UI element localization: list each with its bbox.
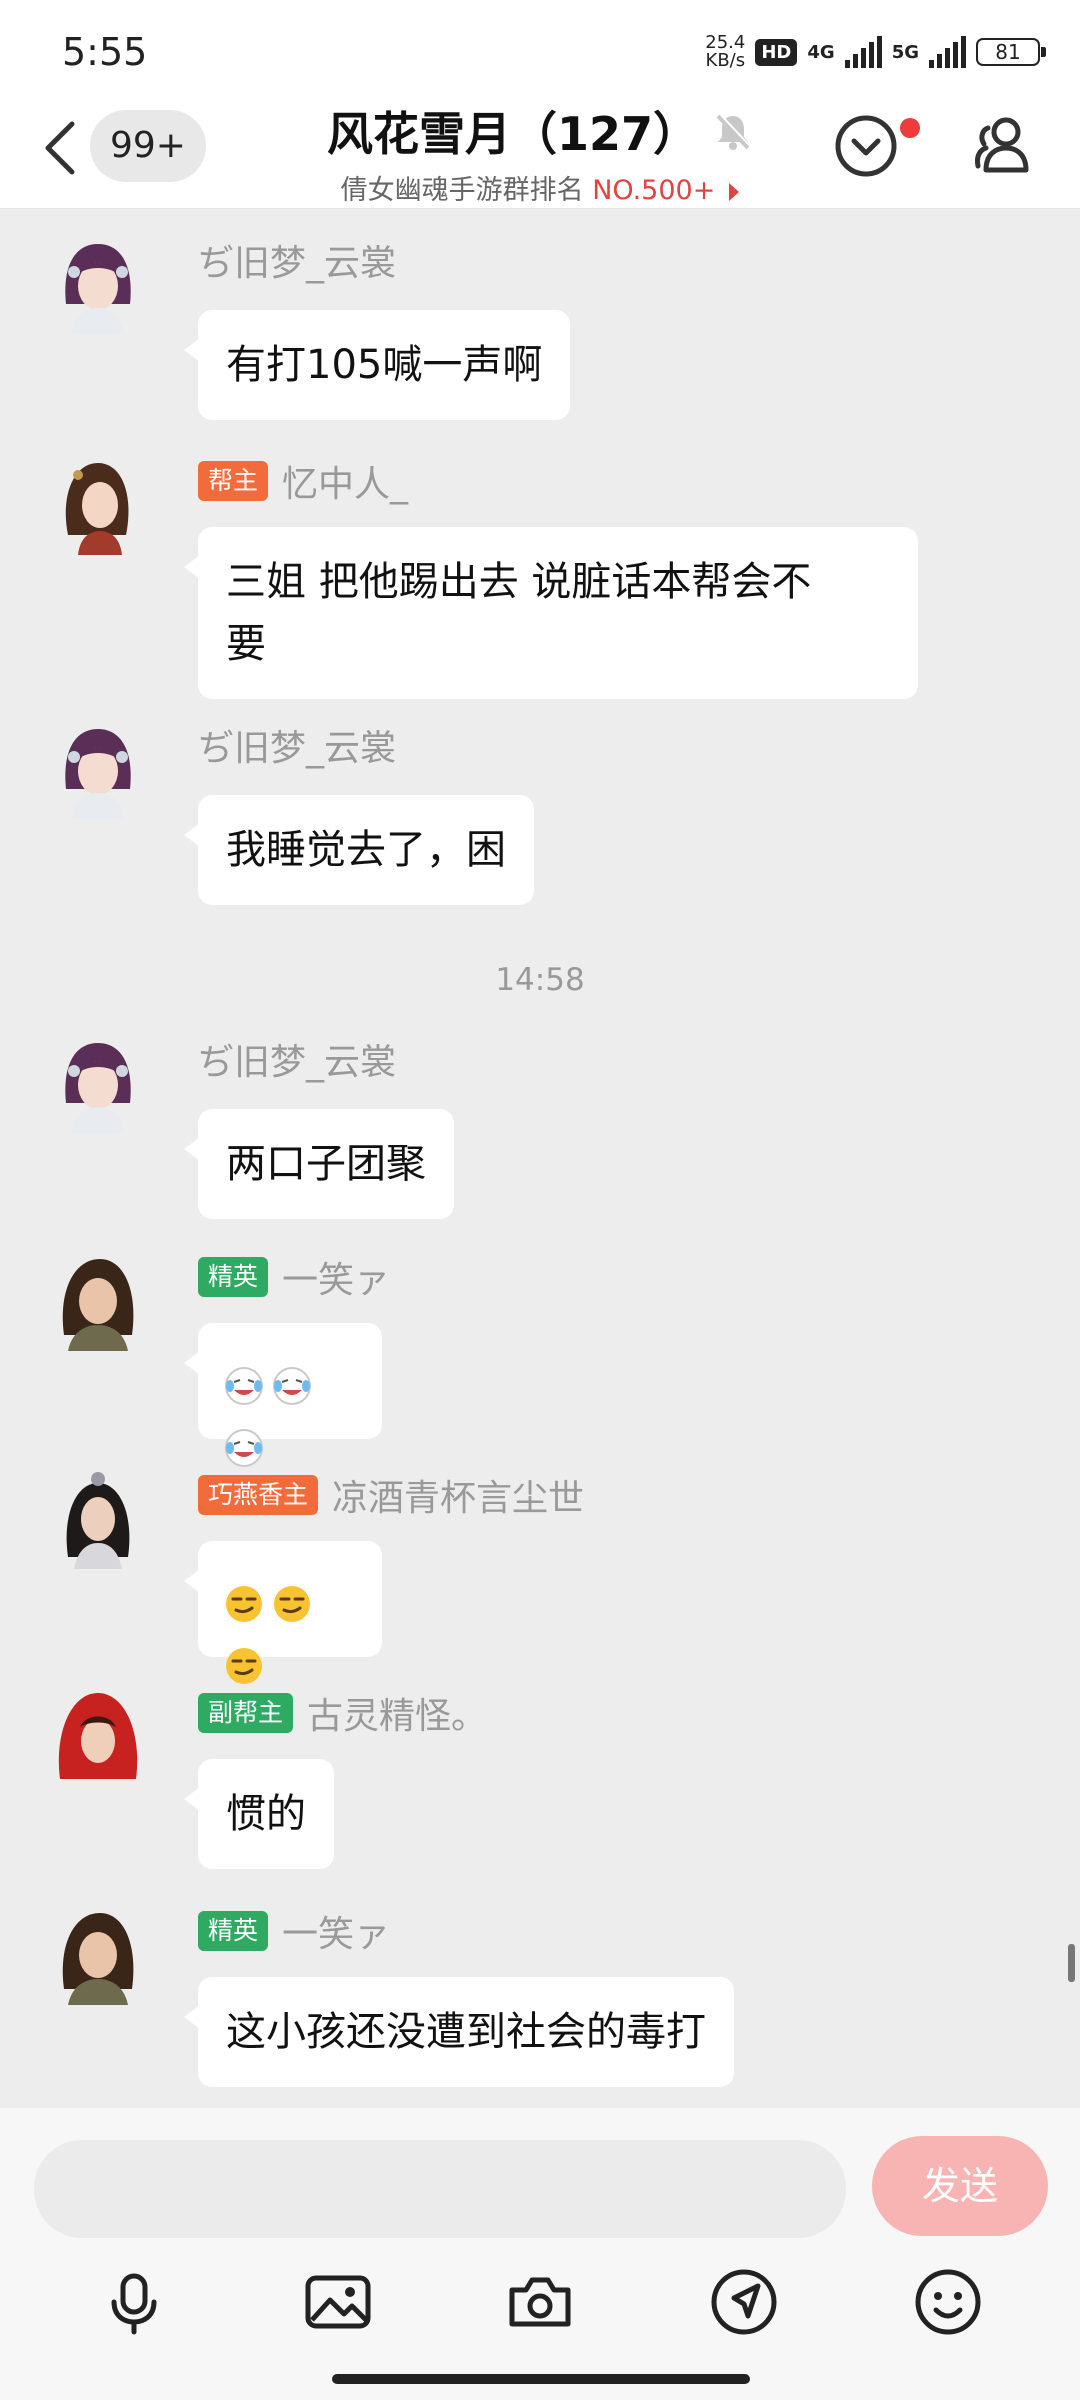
sim1-label: 4G (807, 41, 835, 63)
battery-icon: 81 (976, 38, 1046, 66)
sender-name[interactable]: ぢ旧梦_云裳 (198, 234, 396, 286)
message-bubble[interactable]: 两口子团聚 (184, 1109, 454, 1219)
sender-name[interactable]: ぢ旧梦_云裳 (198, 1033, 396, 1085)
notification-dot (900, 118, 920, 138)
group-title: 风花雪月（127） (326, 107, 700, 161)
status-time: 5:55 (62, 30, 148, 74)
signal-icon (844, 36, 882, 68)
network-speed: 25.4 KB/s (705, 32, 746, 71)
home-indicator[interactable] (332, 2374, 750, 2384)
message-bubble[interactable]: 我睡觉去了，困 (184, 795, 534, 905)
role-tag: 副帮主 (198, 1693, 294, 1733)
sender-name[interactable]: ぢ旧梦_云裳 (198, 719, 396, 771)
chat-messages[interactable]: ぢ旧梦_云裳 有打105喊一声啊 帮主 忆中人_ 三姐 把他踢出去 说脏话本帮会… (0, 209, 1080, 2109)
microphone-icon[interactable] (94, 2262, 174, 2342)
unread-count-badge[interactable]: 99+ (90, 110, 206, 182)
back-arrow-icon[interactable] (40, 118, 80, 178)
hd-icon: HD (755, 38, 798, 66)
input-bar: 发送 (0, 2108, 1080, 2400)
emoji-icon[interactable] (908, 2262, 988, 2342)
message-bubble[interactable]: 三姐 把他踢出去 说脏话本帮会不 要 (184, 527, 918, 699)
scrollbar-thumb[interactable] (1068, 1944, 1075, 1982)
avatar[interactable] (48, 455, 148, 555)
laughing-crying-emoji (273, 1367, 311, 1405)
mute-bell-icon (716, 113, 751, 150)
smirk-emoji (274, 1586, 310, 1622)
role-tag: 精英 (198, 1257, 269, 1297)
chat-header: 99+ 风花雪月（127） 倩女幽魂手游群排名 NO.500+ (0, 96, 1080, 209)
group-ranking[interactable]: 倩女幽魂手游群排名 NO.500+ (300, 168, 780, 207)
group-title-block[interactable]: 风花雪月（127） 倩女幽魂手游群排名 NO.500+ (300, 96, 780, 207)
role-tag: 精英 (198, 1911, 269, 1951)
sender-name[interactable]: 凉酒青杯言尘世 (332, 1469, 584, 1521)
avatar[interactable] (48, 1687, 148, 1787)
status-icons: 25.4 KB/s HD 4G 5G 81 (705, 30, 1046, 74)
signal-icon (929, 36, 966, 68)
role-tag: 帮主 (198, 461, 269, 501)
download-circle-icon[interactable] (832, 112, 900, 180)
image-icon[interactable] (298, 2262, 378, 2342)
sender-name[interactable]: 一笑ァ (282, 1905, 390, 1957)
role-tag: 巧燕香主 (198, 1475, 319, 1515)
smirk-emoji (226, 1648, 262, 1684)
message-input[interactable] (34, 2140, 846, 2238)
location-icon[interactable] (704, 2262, 784, 2342)
avatar[interactable] (48, 1905, 148, 2005)
laughing-crying-emoji (225, 1367, 263, 1405)
message-timestamp: 14:58 (495, 962, 585, 998)
avatar[interactable] (48, 1469, 148, 1569)
ranking-arrow-icon (729, 182, 740, 201)
avatar[interactable] (48, 1033, 148, 1133)
sender-name[interactable]: 古灵精怪。 (307, 1687, 487, 1739)
sender-name[interactable]: 一笑ァ (282, 1251, 390, 1303)
laughing-crying-emoji (225, 1429, 263, 1467)
camera-icon[interactable] (500, 2262, 580, 2342)
smirk-emoji (226, 1586, 262, 1622)
sim2-label: 5G (891, 41, 919, 63)
message-bubble[interactable]: 这小孩还没遭到社会的毒打 (184, 1977, 734, 2087)
message-bubble[interactable] (184, 1323, 382, 1467)
avatar[interactable] (48, 234, 148, 334)
message-bubble[interactable] (184, 1541, 382, 1684)
status-bar: 5:55 25.4 KB/s HD 4G 5G 81 (0, 0, 1080, 96)
sender-name[interactable]: 忆中人_ (282, 455, 408, 507)
send-button[interactable]: 发送 (872, 2136, 1048, 2236)
group-members-icon[interactable] (968, 110, 1038, 180)
message-bubble[interactable]: 惯的 (184, 1759, 334, 1869)
avatar[interactable] (48, 1251, 148, 1351)
avatar[interactable] (48, 719, 148, 819)
message-bubble[interactable]: 有打105喊一声啊 (183, 310, 571, 420)
